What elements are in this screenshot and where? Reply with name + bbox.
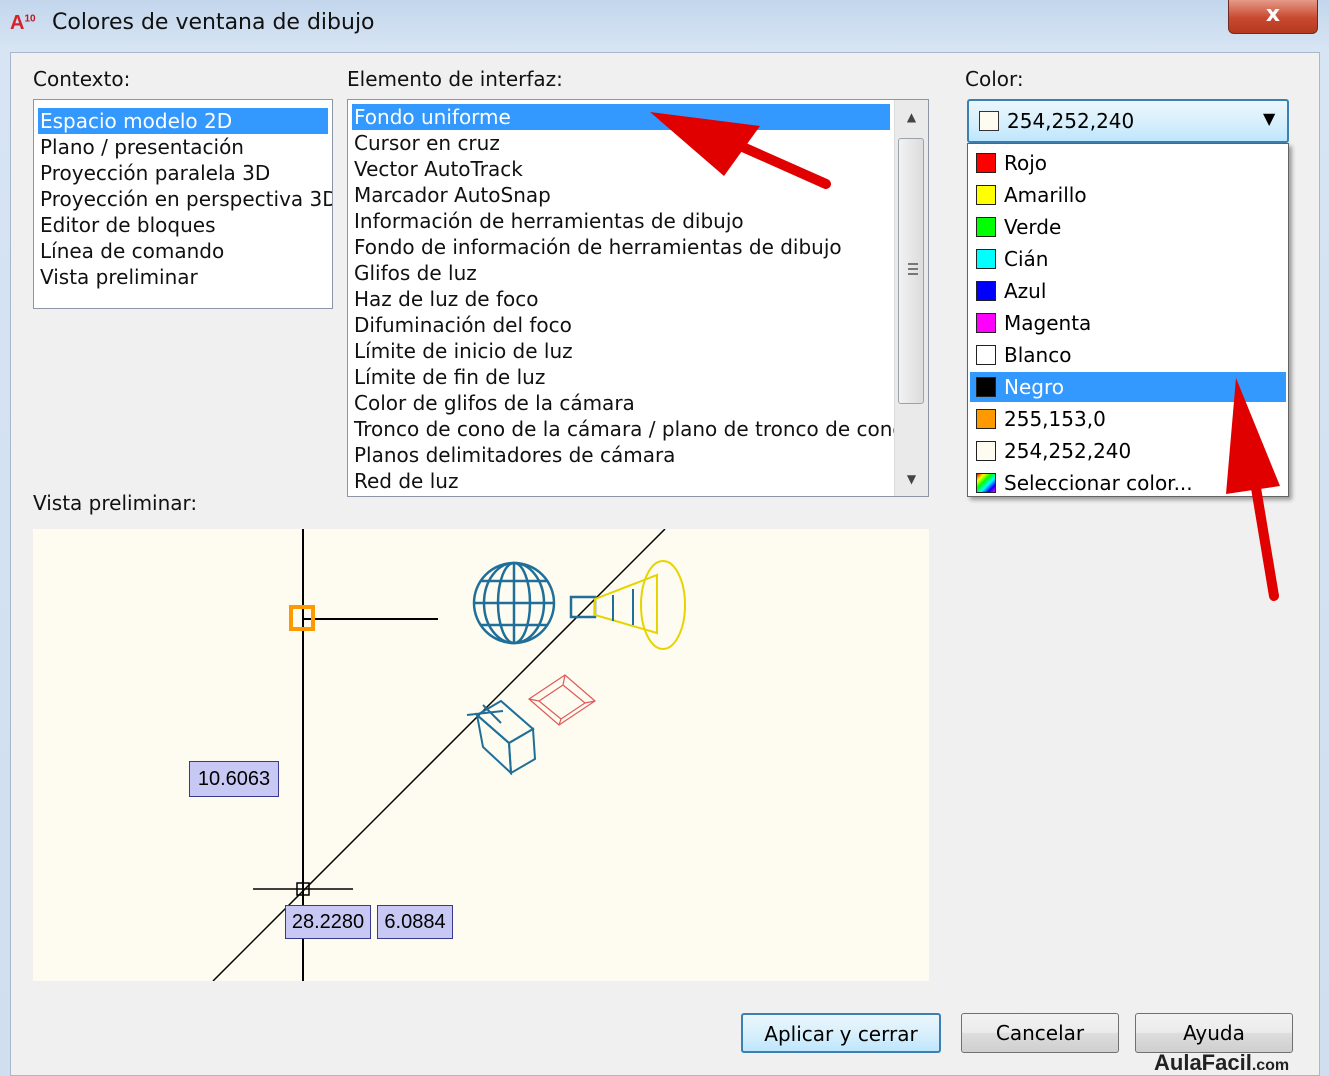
yellow-swatch-icon — [976, 185, 996, 205]
interface-item[interactable]: Planos delimitadores de cámara — [352, 442, 675, 468]
interface-item[interactable]: Límite de inicio de luz — [352, 338, 573, 364]
interface-item[interactable]: Vector AutoTrack — [352, 156, 523, 182]
help-button[interactable]: Ayuda — [1135, 1013, 1293, 1053]
interface-item[interactable]: Red de luz — [352, 468, 458, 494]
color-combobox-value: 254,252,240 — [1007, 109, 1135, 133]
current-color-swatch — [979, 111, 999, 131]
color-option-255-153-0[interactable]: 255,153,0 — [970, 404, 1286, 434]
interface-item[interactable]: Color de glifos de la cámara — [352, 390, 635, 416]
context-item[interactable]: Línea de comando — [38, 238, 224, 264]
scroll-down-arrow-icon[interactable]: ▼ — [895, 466, 928, 492]
color-option-rojo[interactable]: Rojo — [970, 148, 1286, 178]
context-listbox[interactable]: Espacio modelo 2D Plano / presentación P… — [33, 99, 333, 309]
color-option-amarillo[interactable]: Amarillo — [970, 180, 1286, 210]
white-swatch-icon — [976, 345, 996, 365]
preview-drawing — [212, 529, 686, 981]
interface-item[interactable]: Cursor en cruz — [352, 130, 500, 156]
color-label: Color: — [965, 67, 1024, 91]
color-option-cian[interactable]: Cián — [970, 244, 1286, 274]
color-option-negro[interactable]: Negro — [970, 372, 1286, 402]
title-bar[interactable]: A10 Colores de ventana de dibujo x — [0, 0, 1329, 50]
context-label: Contexto: — [33, 67, 131, 91]
window-title: Colores de ventana de dibujo — [52, 10, 375, 35]
magenta-swatch-icon — [976, 313, 996, 333]
context-item[interactable]: Vista preliminar — [38, 264, 198, 290]
scrollbar-thumb[interactable] — [898, 138, 924, 404]
context-item[interactable]: Proyección paralela 3D — [38, 160, 270, 186]
interface-element-label: Elemento de interfaz: — [347, 67, 563, 91]
blue-swatch-icon — [976, 281, 996, 301]
watermark-logo: AulaFacil.com — [1154, 1050, 1290, 1075]
green-swatch-icon — [976, 217, 996, 237]
interface-item[interactable]: Glifos de luz — [352, 260, 477, 286]
interface-element-listbox[interactable]: Fondo uniforme Cursor en cruz Vector Aut… — [347, 99, 929, 497]
color-option-magenta[interactable]: Magenta — [970, 308, 1286, 338]
interface-item[interactable]: Difuminación del foco — [352, 312, 572, 338]
close-icon: x — [1265, 2, 1281, 27]
interface-scrollbar[interactable]: ▲ ▼ — [894, 100, 928, 496]
autocad-app-icon: A10 — [10, 12, 36, 34]
preview-canvas: 10.6063 28.2280 6.0884 — [33, 529, 929, 981]
color-option-blanco[interactable]: Blanco — [970, 340, 1286, 370]
interface-item[interactable]: Fondo uniforme — [352, 104, 890, 130]
cancel-button[interactable]: Cancelar — [961, 1013, 1119, 1053]
orange-swatch-icon — [976, 409, 996, 429]
context-item[interactable]: Proyección en perspectiva 3D — [38, 186, 332, 212]
context-item[interactable]: Espacio modelo 2D — [38, 108, 328, 134]
color-combobox[interactable]: 254,252,240 ▼ — [967, 99, 1289, 143]
dimension-tooltip-length: 10.6063 — [189, 761, 279, 797]
context-item[interactable]: Editor de bloques — [38, 212, 216, 238]
apply-and-close-button[interactable]: Aplicar y cerrar — [741, 1013, 941, 1053]
dialog-client-area: Contexto: Espacio modelo 2D Plano / pres… — [10, 52, 1320, 1076]
black-swatch-icon — [976, 377, 996, 397]
chevron-down-icon: ▼ — [1263, 109, 1276, 128]
camera-glyph-icon — [466, 699, 537, 776]
color-option-254-252-240[interactable]: 254,252,240 — [970, 436, 1286, 466]
red-swatch-icon — [976, 153, 996, 173]
close-button[interactable]: x — [1228, 0, 1318, 34]
scroll-up-arrow-icon[interactable]: ▲ — [895, 104, 928, 130]
preview-label: Vista preliminar: — [33, 491, 198, 515]
interface-item[interactable]: Límite de fin de luz — [352, 364, 545, 390]
interface-item[interactable]: Haz de luz de foco — [352, 286, 538, 312]
ivory-swatch-icon — [976, 441, 996, 461]
color-option-verde[interactable]: Verde — [970, 212, 1286, 242]
point-light-glyph-icon — [472, 561, 556, 645]
interface-item[interactable]: Fondo de información de herramientas de … — [352, 234, 842, 260]
dialog-window: A10 Colores de ventana de dibujo x Conte… — [0, 0, 1329, 1076]
color-option-azul[interactable]: Azul — [970, 276, 1286, 306]
coordinate-tooltip-x: 28.2280 — [285, 905, 371, 939]
interface-item[interactable]: Tronco de cono de la cámara / plano de t… — [352, 416, 905, 442]
camera-frustum-icon — [528, 674, 596, 726]
context-item[interactable]: Plano / presentación — [38, 134, 244, 160]
coordinate-tooltip-y: 6.0884 — [377, 905, 453, 939]
palette-icon — [976, 473, 996, 493]
interface-item[interactable]: Información de herramientas de dibujo — [352, 208, 744, 234]
color-option-select-color[interactable]: Seleccionar color... — [970, 468, 1286, 498]
color-dropdown-list[interactable]: Rojo Amarillo Verde Cián Azul Magenta Bl… — [967, 143, 1289, 497]
cyan-swatch-icon — [976, 249, 996, 269]
interface-item[interactable]: Marcador AutoSnap — [352, 182, 551, 208]
